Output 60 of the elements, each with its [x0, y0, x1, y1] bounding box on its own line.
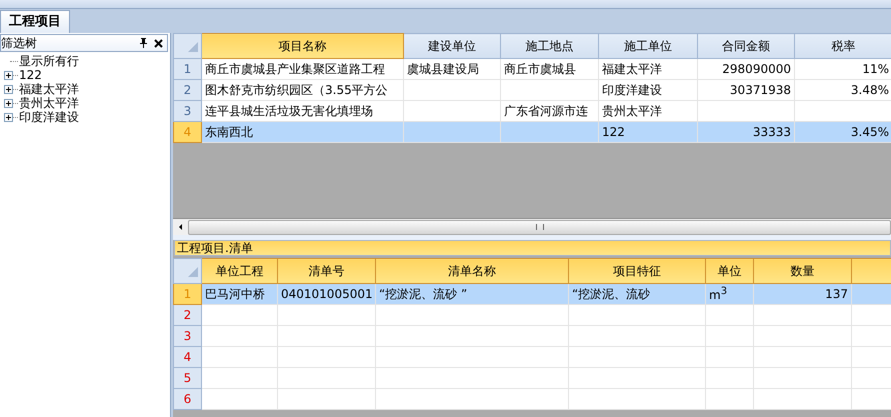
table-cell: “挖淤泥、流砂 — [568, 284, 706, 304]
table-cell: 印度洋建设 — [598, 80, 698, 100]
row-number[interactable]: 1 — [174, 58, 202, 80]
table-cell: 3.48% — [794, 80, 891, 100]
scroll-left-icon[interactable] — [179, 224, 182, 230]
column-header[interactable]: 数量 — [754, 258, 852, 284]
table-cell: 137 — [754, 284, 852, 304]
column-header[interactable]: 税率 — [794, 34, 891, 58]
table-cell: 商丘市虞城县产业集聚区道路工程 — [202, 58, 404, 80]
table-cell: m$^{3}$ — [706, 284, 754, 304]
table-cell: 广东省河源市连 — [500, 100, 598, 122]
table-cell: 商丘市虞城县 — [500, 58, 598, 80]
expand-icon[interactable] — [4, 98, 13, 108]
table-cell: 3.45% — [794, 122, 891, 142]
corner-triangle-icon — [188, 42, 198, 52]
table-cell: 东南西北 — [202, 122, 404, 142]
table-cell: 图木舒克市纺织园区（3.55平方公 — [202, 80, 404, 100]
column-header[interactable]: 项目名称 — [202, 34, 404, 58]
column-header[interactable]: 项目特征 — [568, 258, 706, 284]
expand-icon[interactable] — [4, 70, 13, 80]
column-header[interactable]: 施工单位 — [598, 34, 698, 58]
table-cell: 122 — [598, 122, 698, 142]
row-number[interactable]: 2 — [174, 304, 202, 326]
column-header[interactable]: 单位工程 — [202, 258, 278, 284]
corner-triangle-icon — [188, 267, 198, 277]
tree-item[interactable]: 福建太平洋 — [19, 80, 79, 98]
table-cell: 33333 — [698, 122, 794, 142]
column-header[interactable]: 施工地点 — [500, 34, 598, 58]
table-cell: 福建太平洋 — [598, 58, 698, 80]
row-number[interactable]: 3 — [174, 100, 202, 122]
row-number[interactable]: 5 — [174, 368, 202, 388]
tree-item[interactable]: 122 — [19, 68, 42, 82]
tree-item[interactable]: 显示所有行 — [19, 52, 79, 70]
column-header[interactable]: 清单号 — [278, 258, 376, 284]
panel-title: 筛选树 — [1, 34, 38, 52]
table-cell: 30371938 — [698, 80, 794, 100]
table-cell: 连平县城生活垃圾无害化填埋场 — [202, 100, 404, 122]
expand-icon[interactable] — [4, 112, 13, 122]
table-cell: 巴马河中桥 — [202, 284, 278, 304]
table-cell: 虞城县建设局 — [404, 58, 500, 80]
column-header[interactable]: 合同金额 — [698, 34, 794, 58]
tab[interactable]: 工程项目 — [0, 10, 70, 33]
tree-item[interactable]: 印度洋建设 — [19, 108, 79, 126]
column-header[interactable]: 单位 — [706, 258, 754, 284]
expand-icon[interactable] — [4, 84, 13, 94]
table-cell: 298090000 — [698, 58, 794, 80]
column-header[interactable]: 建设单位 — [404, 34, 500, 58]
column-header[interactable]: 清单名称 — [376, 258, 568, 284]
row-number[interactable]: 4 — [174, 346, 202, 368]
table-cell: 040101005001 — [278, 284, 376, 304]
table-cell: “挖淤泥、流砂 ” — [376, 284, 568, 304]
row-number[interactable]: 6 — [174, 388, 202, 410]
row-number[interactable]: 2 — [174, 80, 202, 100]
table-cell: 11% — [794, 58, 891, 80]
close-icon[interactable] — [154, 38, 163, 48]
pin-icon[interactable] — [139, 38, 148, 48]
tree-item[interactable]: 贵州太平洋 — [19, 94, 79, 112]
panel-title: 工程项目.清单 — [174, 240, 891, 256]
row-number[interactable]: 3 — [174, 326, 202, 346]
table-cell: 贵州太平洋 — [598, 100, 698, 122]
